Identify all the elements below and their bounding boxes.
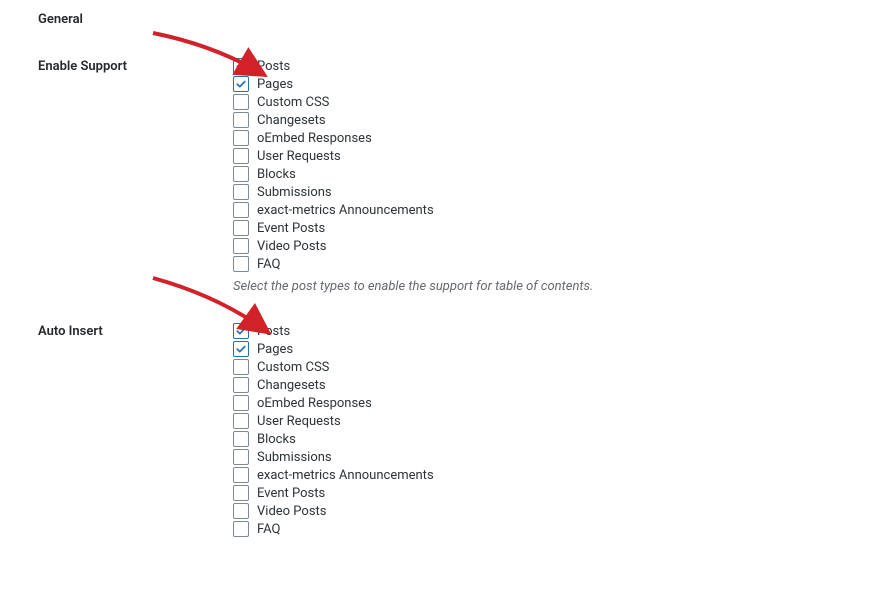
checkbox-label: Event Posts — [257, 221, 325, 236]
checkbox-label: oEmbed Responses — [257, 131, 372, 146]
checkbox-label: Blocks — [257, 432, 296, 447]
checkbox[interactable] — [233, 148, 249, 164]
row-label-enable-support: Enable Support — [38, 57, 233, 74]
checkbox-label: Submissions — [257, 185, 332, 200]
checkbox-label: Pages — [257, 77, 293, 92]
checkbox-option[interactable]: Event Posts — [233, 219, 850, 237]
checkbox-label: Changesets — [257, 113, 326, 128]
row-enable-support: Enable Support Posts Pages Custom CSS Chang… — [38, 57, 850, 294]
checkbox-label: Changesets — [257, 378, 326, 393]
checkbox-option[interactable]: Pages — [233, 75, 850, 93]
checkbox-label: User Requests — [257, 414, 341, 429]
checkbox[interactable] — [233, 202, 249, 218]
checkbox[interactable] — [233, 256, 249, 272]
checkbox[interactable] — [233, 112, 249, 128]
checkbox-option[interactable]: FAQ — [233, 255, 850, 273]
checkbox-label: FAQ — [257, 522, 280, 537]
row-label-auto-insert: Auto Insert — [38, 322, 233, 339]
checkbox[interactable] — [233, 166, 249, 182]
field-description: Select the post types to enable the supp… — [233, 279, 850, 294]
checkbox-label: Custom CSS — [257, 95, 329, 110]
checkbox-option[interactable]: Posts — [233, 322, 850, 340]
checkbox-option[interactable]: User Requests — [233, 147, 850, 165]
checkbox-label: Posts — [257, 324, 290, 339]
checkbox-label: exact-metrics Announcements — [257, 468, 434, 483]
checkbox[interactable] — [233, 431, 249, 447]
checkbox-label: FAQ — [257, 257, 280, 272]
checkbox[interactable] — [233, 467, 249, 483]
checkbox-option[interactable]: Posts — [233, 57, 850, 75]
checkbox-label: Posts — [257, 59, 290, 74]
checkbox-option[interactable]: Video Posts — [233, 502, 850, 520]
checkbox[interactable] — [233, 485, 249, 501]
checkbox-option[interactable]: Changesets — [233, 111, 850, 129]
checkbox[interactable] — [233, 449, 249, 465]
checkbox-label: User Requests — [257, 149, 341, 164]
checkbox-option[interactable]: oEmbed Responses — [233, 129, 850, 147]
checkbox[interactable] — [233, 413, 249, 429]
checkbox-label: Blocks — [257, 167, 296, 182]
checkbox[interactable] — [233, 130, 249, 146]
checkbox[interactable] — [233, 184, 249, 200]
options-enable-support: Posts Pages Custom CSS Changesets oEmbed Res… — [233, 57, 850, 294]
checkbox-option[interactable]: Custom CSS — [233, 93, 850, 111]
checkbox-option[interactable]: oEmbed Responses — [233, 394, 850, 412]
checkbox-option[interactable]: FAQ — [233, 520, 850, 538]
checkbox[interactable] — [233, 238, 249, 254]
checkbox-label: Submissions — [257, 450, 332, 465]
checkbox-option[interactable]: Event Posts — [233, 484, 850, 502]
checkbox-label: Pages — [257, 342, 293, 357]
checkbox-option[interactable]: Blocks — [233, 165, 850, 183]
checkbox[interactable] — [233, 58, 249, 74]
checkbox[interactable] — [233, 341, 249, 357]
checkbox-label: Custom CSS — [257, 360, 329, 375]
checkbox[interactable] — [233, 220, 249, 236]
checkbox-option[interactable]: Video Posts — [233, 237, 850, 255]
checkbox-label: Video Posts — [257, 239, 327, 254]
checkbox-option[interactable]: Changesets — [233, 376, 850, 394]
checkbox[interactable] — [233, 521, 249, 537]
checkbox[interactable] — [233, 94, 249, 110]
checkbox[interactable] — [233, 377, 249, 393]
checkbox[interactable] — [233, 76, 249, 92]
options-auto-insert: Posts Pages Custom CSS Changesets oEmbed Res… — [233, 322, 850, 538]
section-title-general: General — [38, 12, 850, 27]
checkbox-option[interactable]: Submissions — [233, 448, 850, 466]
row-auto-insert: Auto Insert Posts Pages Custom CSS Changese… — [38, 322, 850, 538]
checkbox-label: Video Posts — [257, 504, 327, 519]
checkbox[interactable] — [233, 359, 249, 375]
checkbox-option[interactable]: Blocks — [233, 430, 850, 448]
checkbox-option[interactable]: Submissions — [233, 183, 850, 201]
checkbox-option[interactable]: exact-metrics Announcements — [233, 466, 850, 484]
checkbox[interactable] — [233, 323, 249, 339]
checkbox-label: oEmbed Responses — [257, 396, 372, 411]
checkbox-option[interactable]: Pages — [233, 340, 850, 358]
checkbox-label: Event Posts — [257, 486, 325, 501]
checkbox-option[interactable]: exact-metrics Announcements — [233, 201, 850, 219]
checkbox-label: exact-metrics Announcements — [257, 203, 434, 218]
checkbox-option[interactable]: Custom CSS — [233, 358, 850, 376]
checkbox-option[interactable]: User Requests — [233, 412, 850, 430]
checkbox[interactable] — [233, 503, 249, 519]
checkbox[interactable] — [233, 395, 249, 411]
